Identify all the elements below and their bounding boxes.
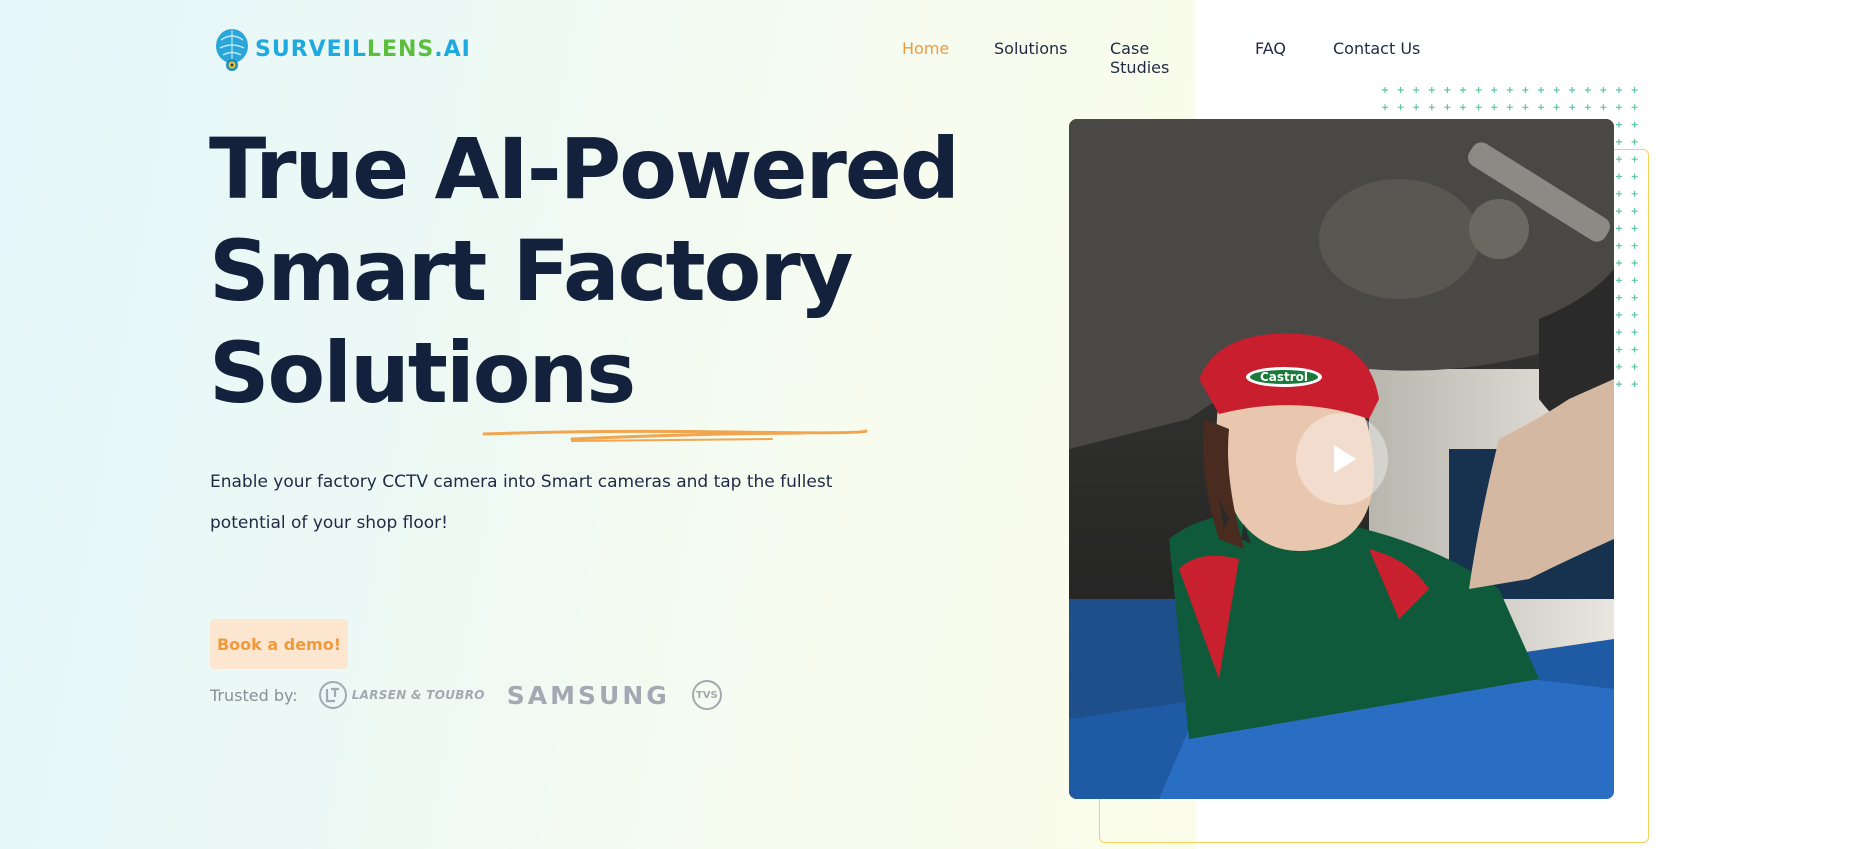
plus-mark	[1616, 104, 1622, 111]
trusted-by-row: Trusted by: LARSEN & TOUBRO SAMSUNG TVS	[210, 680, 744, 710]
plus-mark	[1475, 87, 1482, 93]
plus-mark	[1413, 104, 1420, 111]
plus-mark	[1428, 104, 1435, 111]
plus-mark	[1397, 104, 1404, 111]
cap-logo-text: Castrol	[1260, 370, 1308, 384]
plus-mark	[1553, 87, 1560, 93]
plus-mark	[1522, 104, 1529, 111]
plus-mark	[1584, 87, 1591, 93]
hero-title-line-2: Smart Factory	[209, 222, 854, 320]
nav-solutions[interactable]: Solutions	[994, 39, 1068, 58]
plus-mark	[1631, 138, 1638, 145]
hero-title-line-1: True AI-Powered	[209, 120, 960, 218]
brand-name: SURVEILLENS.AI	[255, 36, 471, 62]
plus-mark	[1538, 104, 1544, 111]
nav-contact-us[interactable]: Contact Us	[1333, 39, 1420, 58]
plus-mark	[1491, 104, 1498, 111]
partner-logo-samsung: SAMSUNG	[506, 680, 670, 710]
plus-mark	[1428, 87, 1435, 93]
plus-mark	[1631, 104, 1638, 111]
tvs-emblem: TVS	[691, 680, 722, 710]
plus-mark	[1569, 104, 1576, 111]
plus-mark	[1506, 87, 1513, 93]
hero-title-line-3: Solutions	[209, 324, 636, 422]
plus-mark	[1584, 104, 1591, 111]
plus-mark	[1569, 87, 1576, 93]
plus-mark	[1553, 104, 1560, 111]
title-underline-swoosh	[482, 429, 868, 442]
plus-mark	[1444, 87, 1451, 93]
nav-home[interactable]: Home	[902, 39, 949, 58]
plus-mark	[1382, 87, 1388, 93]
partner-logo-larsen-toubro: LARSEN & TOUBRO	[318, 680, 485, 710]
plus-mark	[1600, 104, 1607, 111]
plus-mark	[1444, 104, 1451, 111]
lt-emblem-icon	[318, 681, 347, 709]
plus-mark	[1475, 104, 1482, 111]
play-icon	[1334, 445, 1356, 473]
plus-mark	[1506, 104, 1513, 111]
partner-logo-tvs: TVS	[691, 680, 722, 710]
hero-title: True AI-Powered Smart Factory Solutions	[209, 118, 960, 424]
plus-mark	[1460, 104, 1466, 111]
book-demo-button[interactable]: Book a demo!	[210, 619, 348, 669]
plus-mark	[1413, 87, 1420, 93]
plus-mark	[1460, 87, 1466, 93]
nav-faq[interactable]: FAQ	[1255, 39, 1286, 58]
brain-camera-icon	[215, 26, 249, 72]
plus-mark	[1616, 138, 1622, 145]
hero-subtitle: Enable your factory CCTV camera into Sma…	[210, 472, 833, 533]
plus-mark	[1522, 87, 1529, 93]
brand-logo[interactable]: SURVEILLENS.AI	[215, 26, 471, 72]
plus-mark	[1382, 104, 1388, 111]
nav-case-studies[interactable]: Case Studies	[1110, 39, 1169, 77]
plus-mark	[1631, 121, 1638, 128]
plus-mark	[1397, 87, 1404, 93]
plus-mark	[1491, 87, 1498, 93]
trusted-by-label: Trusted by:	[210, 685, 298, 705]
plus-mark	[1631, 87, 1638, 93]
play-video-button[interactable]	[1296, 413, 1388, 505]
plus-mark	[1600, 87, 1607, 93]
plus-mark	[1616, 87, 1622, 93]
plus-mark	[1538, 87, 1544, 93]
plus-mark	[1616, 121, 1622, 128]
